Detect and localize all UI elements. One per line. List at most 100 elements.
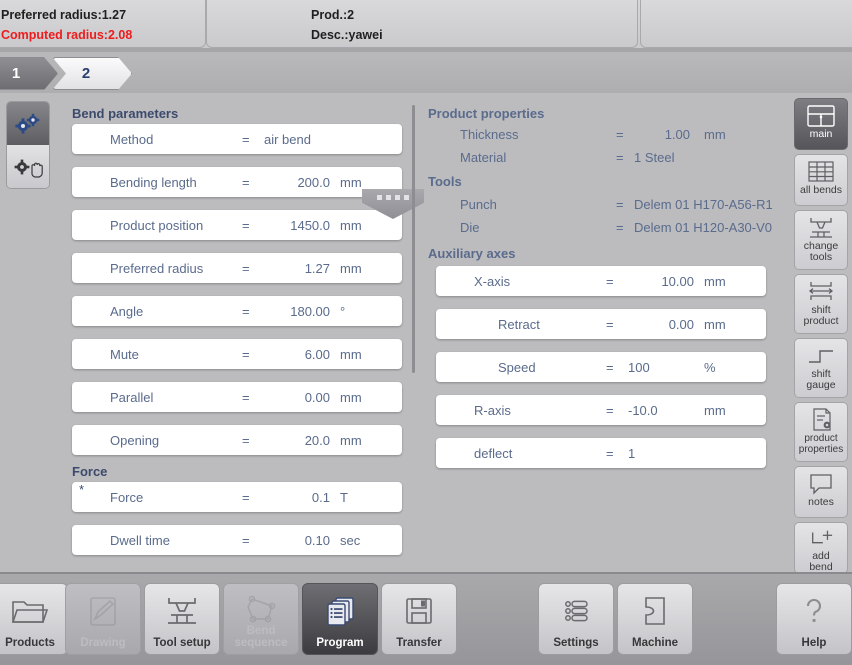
toolbar-button-settings[interactable]: Settings — [538, 583, 614, 655]
sidebar-item-main[interactable]: main — [794, 98, 848, 150]
param-equals: = — [242, 217, 250, 233]
gears-icon — [15, 113, 40, 134]
param-row-mute[interactable]: Mute = 6.00 mm — [72, 339, 402, 369]
bottom-toolbar: Products Drawing Tool setup Bend sequenc… — [0, 572, 852, 665]
axis-equals: = — [606, 402, 614, 418]
stacked-pages-icon — [327, 597, 354, 626]
param-value: 0.00 — [304, 389, 330, 405]
shift-gauge-icon — [809, 350, 833, 363]
axis-equals: = — [606, 273, 614, 289]
product-description-text: Desc.:yawei — [311, 28, 383, 42]
param-row-product-position[interactable]: Product position = 1450.0 mm — [72, 210, 402, 240]
pencil-page-icon — [90, 597, 116, 626]
toolbar-button-help[interactable]: Help — [776, 583, 852, 655]
sidebar-item-label: shift gauge — [806, 368, 836, 391]
axis-value: 0.00 — [668, 316, 694, 332]
toolbar-button-label: Transfer — [396, 637, 442, 649]
sidebar-item-product-properties[interactable]: product properties — [794, 402, 848, 462]
axis-unit: mm — [704, 316, 726, 332]
axis-label: X-axis — [474, 273, 511, 289]
param-equals: = — [242, 346, 250, 362]
param-row-angle[interactable]: Angle = 180.00 ° — [72, 296, 402, 326]
info-equals: = — [616, 220, 624, 235]
force-section-title: Force — [72, 464, 108, 479]
handle-dot — [404, 195, 409, 200]
param-value: 20.0 — [304, 432, 330, 448]
gear-hand-icon — [14, 159, 43, 178]
axis-equals: = — [606, 359, 614, 375]
axis-value: 10.00 — [661, 273, 694, 289]
scrollbar-thumb[interactable] — [412, 105, 415, 373]
param-unit: T — [340, 489, 348, 505]
param-unit: mm — [340, 174, 362, 190]
param-row-dwell-time[interactable]: Dwell time = 0.10 sec — [72, 525, 402, 555]
toolbar-button-products[interactable]: Products — [0, 583, 68, 655]
sidebar-item-add-bend[interactable]: add bend — [794, 522, 848, 574]
param-row-parallel[interactable]: Parallel = 0.00 mm — [72, 382, 402, 412]
info-equals: = — [616, 150, 624, 165]
param-row-bending-length[interactable]: Bending length = 200.0 mm — [72, 167, 402, 197]
param-label: Parallel — [110, 389, 154, 405]
axis-label: R-axis — [474, 402, 511, 418]
sidebar-item-notes[interactable]: notes — [794, 466, 848, 518]
axis-row-retract[interactable]: Retract = 0.00 mm — [436, 309, 766, 339]
axis-row-deflect[interactable]: deflect = 1 — [436, 438, 766, 468]
polygon-nodes-icon — [247, 595, 276, 623]
toolbar-button-label: Settings — [553, 637, 599, 649]
toolbar-button-machine[interactable]: Machine — [617, 583, 693, 655]
axis-value: 1 — [628, 445, 636, 461]
automatic-mode-button[interactable] — [7, 102, 49, 145]
sidebar-item-label: all bends — [799, 184, 843, 196]
param-row-preferred-radius[interactable]: Preferred radius = 1.27 mm — [72, 253, 402, 283]
param-value: 0.10 — [304, 532, 330, 548]
toolbar-button-transfer[interactable]: Transfer — [381, 583, 457, 655]
axis-row-r-axis[interactable]: R-axis = -10.0 mm — [436, 395, 766, 425]
toolbar-button-bend-sequence[interactable]: Bend sequence — [223, 583, 299, 655]
sidebar-item-shift-gauge[interactable]: shift gauge — [794, 338, 848, 398]
toolbar-button-drawing[interactable]: Drawing — [65, 583, 141, 655]
axis-label: deflect — [474, 445, 513, 461]
info-value: 1.00 — [664, 127, 690, 142]
breadcrumb-step-2[interactable]: 2 — [52, 57, 132, 90]
info-value: Delem 01 H120-A30-V0 — [634, 220, 773, 235]
toolbar-button-label: Tool setup — [153, 637, 211, 649]
manual-mode-button[interactable] — [7, 145, 49, 188]
table-grid-icon — [808, 161, 834, 182]
param-equals: = — [242, 532, 250, 548]
press-brake-icon — [168, 598, 196, 624]
toolbar-button-program[interactable]: Program — [302, 583, 378, 655]
axis-unit: mm — [704, 402, 726, 418]
axis-row-x-axis[interactable]: X-axis = 10.00 mm — [436, 266, 766, 296]
left-panel-scrollbar[interactable] — [412, 105, 417, 573]
add-bend-icon — [812, 530, 833, 544]
info-value: Delem 01 H170-A56-R1 — [634, 197, 773, 212]
toolbar-button-label: Products — [5, 637, 55, 649]
param-equals: = — [242, 260, 250, 276]
product-info-panel: Prod.:2 Desc.:yawei — [206, 0, 638, 48]
handle-dot — [386, 195, 391, 200]
modified-marker: * — [79, 482, 85, 497]
breadcrumb-step-1[interactable]: 1 — [0, 57, 58, 90]
param-unit: mm — [340, 217, 362, 233]
param-row-force[interactable]: * Force = 0.1 T — [72, 482, 402, 512]
info-label: Punch — [460, 197, 497, 212]
axis-row-speed[interactable]: Speed = 100 % — [436, 352, 766, 382]
axis-value: 100 — [628, 359, 650, 375]
axis-equals: = — [606, 445, 614, 461]
handle-dot — [377, 195, 382, 200]
sidebar-item-all-bends[interactable]: all bends — [794, 154, 848, 206]
param-value: 6.00 — [304, 346, 330, 362]
param-row-method[interactable]: Method = air bend — [72, 124, 402, 154]
sidebar-item-change-tools[interactable]: change tools — [794, 210, 848, 270]
sidebar-item-label: shift product — [803, 304, 839, 327]
product-info-panel-right: Product properties Thickness = 1.00 mm M… — [428, 98, 776, 568]
param-row-opening[interactable]: Opening = 20.0 mm — [72, 425, 402, 455]
shift-product-icon — [808, 282, 834, 300]
sidebar-item-shift-product[interactable]: shift product — [794, 274, 848, 334]
param-equals: = — [242, 131, 250, 147]
param-label: Method — [110, 131, 154, 147]
toolbar-button-tool-setup[interactable]: Tool setup — [144, 583, 220, 655]
param-equals: = — [242, 489, 250, 505]
param-label: Product position — [110, 217, 204, 233]
param-unit: ° — [340, 303, 346, 319]
